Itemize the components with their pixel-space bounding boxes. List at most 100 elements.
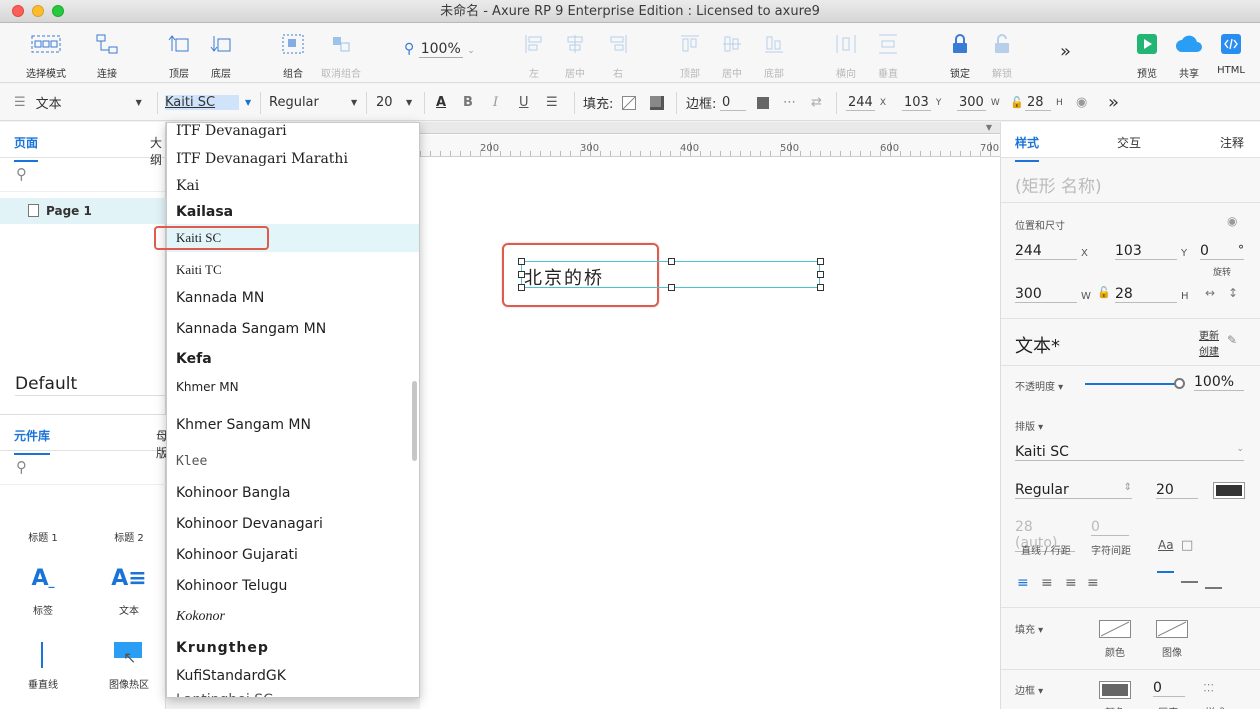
x-field[interactable]: 244 X (846, 84, 886, 121)
update-style-link[interactable]: 更新 (1199, 327, 1219, 342)
align-right-text-icon[interactable]: ≡ (1065, 575, 1077, 591)
library-search[interactable]: ⚲ (0, 451, 166, 485)
visibility-button[interactable]: ◉ (1076, 84, 1087, 121)
font-option[interactable]: Krungthep (167, 637, 419, 659)
opacity-slider-thumb[interactable] (1174, 378, 1185, 389)
inspector-size-field[interactable]: 20 (1156, 482, 1198, 499)
canvas-text-widget[interactable]: 北京的桥 (524, 264, 604, 290)
fit-width-icon[interactable]: ↔ (1205, 286, 1215, 300)
distribute-vertical-button[interactable]: 垂直 (860, 31, 916, 80)
font-option[interactable]: ITF Devanagari Marathi (167, 148, 419, 170)
connect-button[interactable]: 连接 (79, 31, 135, 80)
close-window-button[interactable] (12, 5, 24, 17)
widget-label[interactable]: A_ 标签 (13, 566, 73, 617)
inspector-x-field[interactable]: 244 (1015, 243, 1077, 260)
resize-handle[interactable] (518, 284, 525, 291)
html-button[interactable]: HTML (1203, 31, 1259, 76)
style-selector[interactable]: ☰ 文本 ▼ (14, 84, 142, 121)
resize-handle[interactable] (518, 258, 525, 265)
align-bottom-button[interactable]: 底部 (746, 31, 802, 80)
align-left-text-icon[interactable]: ≡ (1017, 575, 1029, 591)
library-name[interactable]: Default (15, 374, 77, 394)
create-style-link[interactable]: 创建 (1199, 343, 1219, 358)
border-style-icon[interactable]: ⋯ ⋯ (1203, 679, 1215, 696)
zoom-control[interactable]: ⚲ 100% ⌄ (404, 41, 475, 58)
fit-height-icon[interactable]: ↕ (1228, 286, 1238, 300)
font-option[interactable]: ITF Devanagari (167, 123, 419, 142)
justify-text-icon[interactable]: ≡ (1087, 575, 1099, 591)
font-option[interactable]: Lantinghei SC (167, 689, 419, 697)
valign-top-icon[interactable] (1157, 571, 1174, 573)
shape-name-input[interactable]: (矩形 名称) (1015, 172, 1102, 197)
bold-button[interactable]: B (463, 84, 473, 121)
aspect-lock-button[interactable]: 🔓 (1010, 84, 1024, 121)
resize-handle[interactable] (817, 284, 824, 291)
resize-handle[interactable] (668, 258, 675, 265)
align-center-text-icon[interactable]: ≡ (1041, 575, 1053, 591)
underline-button[interactable]: U (519, 84, 529, 121)
resize-handle[interactable] (817, 258, 824, 265)
font-color-button[interactable]: A (436, 84, 446, 121)
letter-spacing-field[interactable]: 0 (1091, 519, 1129, 536)
ungroup-button[interactable]: 取消组合 (313, 31, 369, 80)
design-canvas[interactable]: ▼ 200 300 400 500 600 700 北京的桥 (420, 122, 1000, 709)
page-item-page-1[interactable]: Page 1 (0, 198, 166, 224)
border-color-swatch[interactable] (1099, 681, 1131, 699)
visibility-eye-icon[interactable]: ◉ (1227, 214, 1237, 228)
font-option[interactable]: Kannada MN (167, 287, 419, 309)
widget-heading-1[interactable]: 标题 1 (13, 529, 73, 544)
inspector-h-field[interactable]: 28 (1115, 286, 1177, 303)
font-option[interactable]: Khmer Sangam MN (167, 414, 419, 436)
font-option[interactable]: KufiStandardGK (167, 665, 419, 687)
w-field[interactable]: 300 W (957, 84, 1000, 121)
style-name[interactable]: 文本* (1015, 332, 1060, 358)
italic-button[interactable]: I (493, 84, 498, 121)
inspector-w-field[interactable]: 300 (1015, 286, 1077, 303)
valign-middle-icon[interactable] (1181, 581, 1198, 583)
pages-search[interactable]: ⚲ (0, 158, 165, 192)
maximize-window-button[interactable] (52, 5, 64, 17)
font-family-selector[interactable]: Kaiti SC ▼ (165, 84, 251, 121)
formatbar-more-button[interactable]: » (1108, 84, 1119, 121)
border-width-field[interactable]: 0 (720, 84, 746, 121)
inspector-font-field[interactable]: Kaiti SC ⌄ (1015, 444, 1244, 461)
resize-handle[interactable] (668, 284, 675, 291)
widget-vertical-line[interactable]: 垂直线 (13, 640, 73, 691)
resize-handle[interactable] (817, 271, 824, 278)
text-shadow-icon[interactable]: □ (1181, 538, 1193, 553)
widget-text[interactable]: A≡ 文本 (99, 566, 159, 617)
widget-image-hotspot[interactable]: ↖ 图像热区 (99, 640, 159, 691)
border-color-button[interactable] (757, 84, 769, 121)
inspector-weight-field[interactable]: Regular ⇕ (1015, 482, 1132, 499)
toolbar-more-button[interactable]: » (1060, 41, 1071, 62)
rotation-field[interactable]: 0 ° (1200, 243, 1244, 260)
fill-color-button[interactable] (622, 84, 636, 121)
font-weight-selector[interactable]: Regular ▼ (269, 84, 357, 121)
font-option[interactable]: Kohinoor Bangla (167, 482, 419, 504)
font-option[interactable]: Klee (167, 451, 419, 473)
font-option[interactable]: Kohinoor Gujarati (167, 544, 419, 566)
font-option[interactable]: Kannada Sangam MN (167, 318, 419, 340)
opacity-slider[interactable] (1085, 383, 1180, 385)
inspector-y-field[interactable]: 103 (1115, 243, 1177, 260)
font-option[interactable]: Kohinoor Devanagari (167, 513, 419, 535)
font-color-picker[interactable] (1213, 482, 1245, 499)
align-right-button[interactable]: 右 (590, 31, 646, 80)
font-option[interactable]: Kokonor (167, 606, 419, 628)
font-option[interactable]: Kaiti TC (167, 259, 419, 281)
tab-style[interactable]: 样式 (1015, 134, 1040, 162)
font-size-selector[interactable]: 20 ▼ (376, 84, 412, 121)
arrow-style-button[interactable]: ⇄ (811, 84, 822, 121)
tab-notes[interactable]: 注释 (1220, 134, 1244, 151)
bullet-list-button[interactable]: ☰ (546, 84, 558, 121)
tab-library[interactable]: 元件库 (14, 427, 51, 455)
font-option[interactable]: Khmer MN (167, 376, 419, 398)
font-option[interactable]: Kefa (167, 348, 419, 370)
select-mode-button[interactable]: 选择模式 (18, 31, 74, 80)
border-thickness-field[interactable]: 0 (1153, 680, 1185, 697)
font-option[interactable]: Kohinoor Telugu (167, 575, 419, 597)
fill-color-swatch[interactable] (1099, 620, 1131, 638)
y-field[interactable]: 103 Y (902, 84, 941, 121)
valign-bottom-icon[interactable] (1205, 587, 1222, 589)
send-to-back-button[interactable]: 底层 (193, 31, 249, 80)
